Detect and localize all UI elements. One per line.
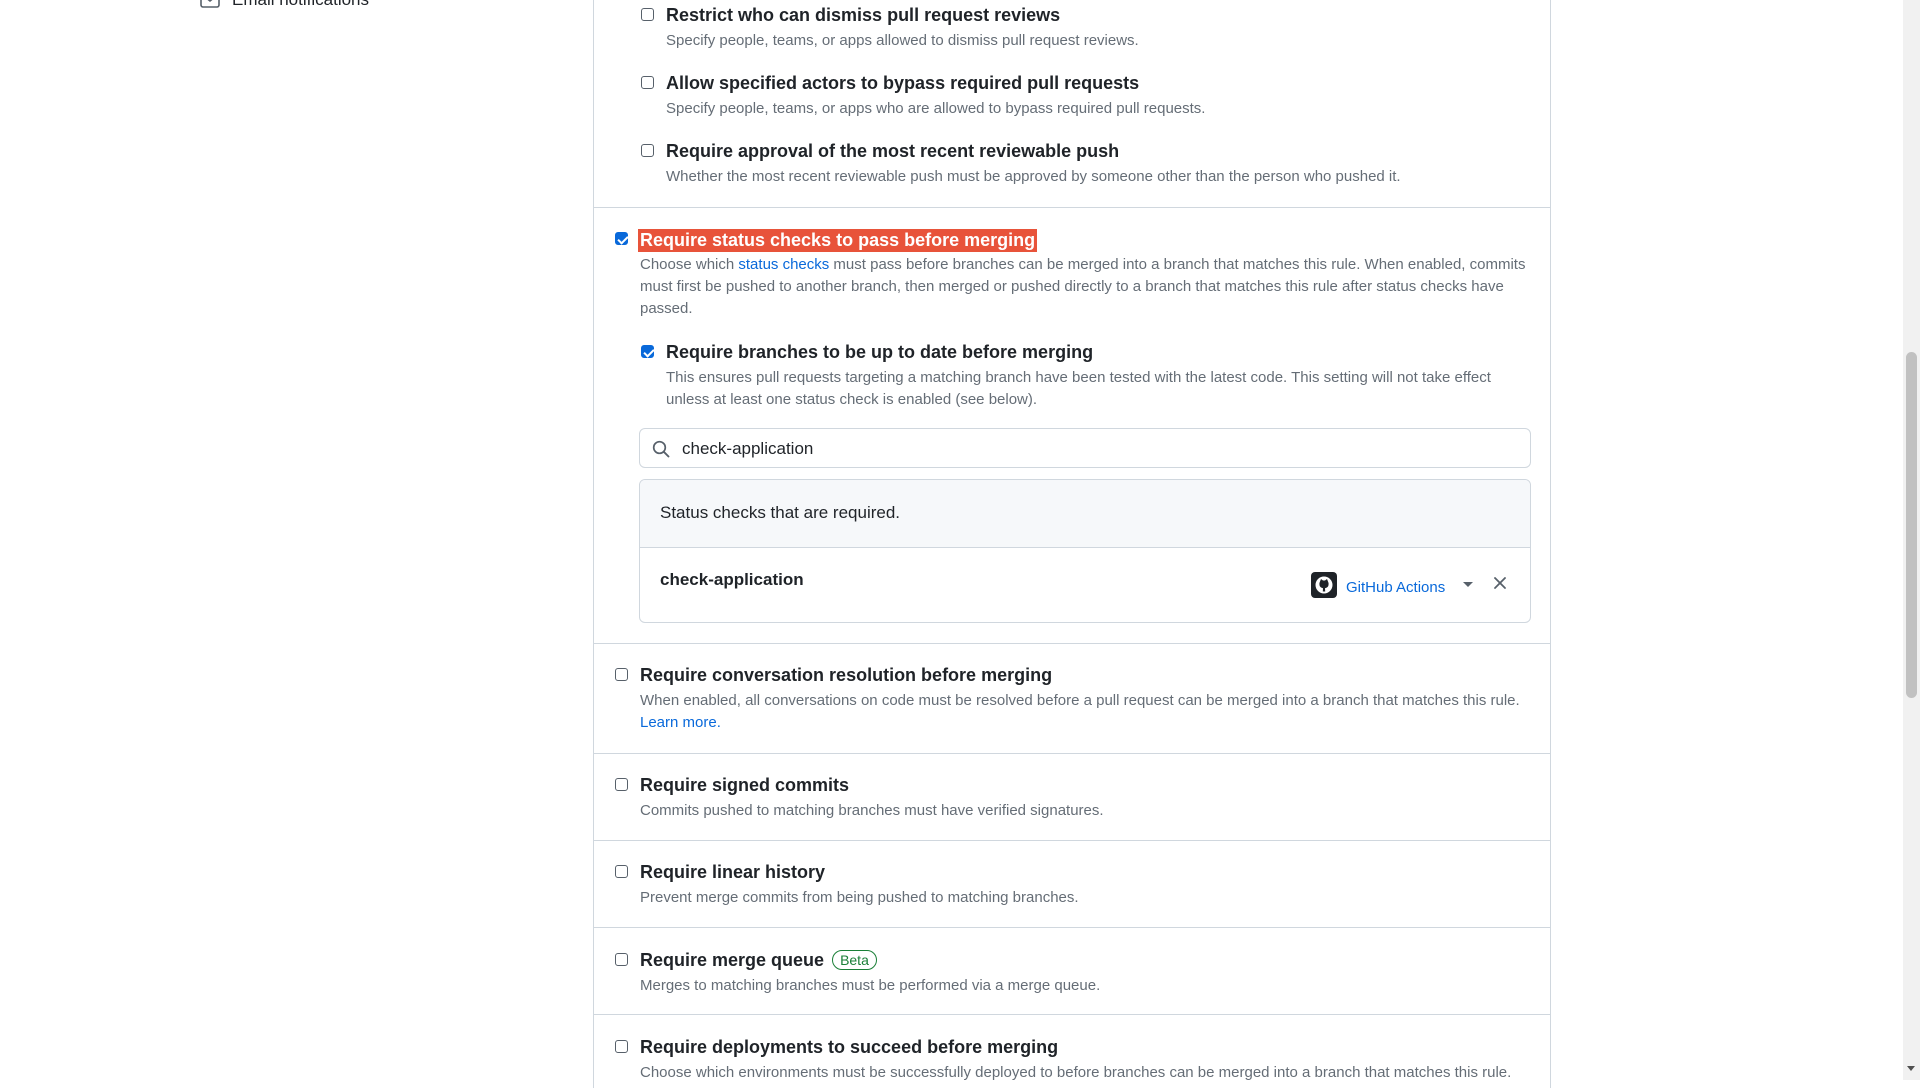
rule-title: Require linear history (640, 862, 826, 882)
scroll-down-arrow[interactable] (1907, 1066, 1915, 1071)
status-check-row: check-application GitHub Actions (640, 548, 1530, 622)
divider (594, 840, 1550, 841)
status-check-search-input[interactable] (680, 434, 1524, 464)
status-check-search[interactable] (639, 428, 1531, 468)
rule-description: Specify people, teams, or apps allowed t… (666, 32, 1139, 49)
page: Email notifications Restrict who can dis… (0, 0, 1920, 1088)
chevron-down-icon[interactable] (1463, 582, 1473, 587)
status-check-name: check-application (660, 570, 804, 589)
rule-title: Require conversation resolution before m… (640, 665, 1053, 685)
divider (594, 207, 1550, 208)
beta-badge: Beta (832, 950, 877, 970)
rule-title: Restrict who can dismiss pull request re… (666, 5, 1061, 25)
checkbox-deployments[interactable] (615, 1040, 628, 1053)
checkbox-restrict-dismiss[interactable] (641, 8, 654, 21)
scrollbar-thumb[interactable] (1906, 352, 1917, 698)
checkbox-merge-queue[interactable] (615, 953, 628, 966)
checkbox-up-to-date[interactable] (641, 345, 654, 358)
checkbox-linear-history[interactable] (615, 865, 628, 878)
search-icon (652, 440, 670, 463)
rule-title: Require merge queue Beta (640, 950, 877, 971)
divider (594, 753, 1550, 754)
remove-status-check-button[interactable] (1492, 575, 1508, 591)
close-icon (1494, 577, 1506, 589)
divider (594, 1014, 1550, 1015)
vertical-scrollbar[interactable] (1903, 0, 1920, 1080)
rule-title: Require status checks to pass before mer… (638, 229, 1038, 252)
rule-title: Require approval of the most recent revi… (666, 141, 1120, 161)
required-status-checks: Status checks that are required. check-a… (639, 479, 1531, 623)
learn-more-link[interactable]: Learn more. (640, 714, 721, 731)
checkbox-signed-commits[interactable] (615, 778, 628, 791)
checkbox-status-checks[interactable] (615, 232, 628, 245)
rule-description: When enabled, all conversations on code … (640, 692, 1520, 731)
rule-description: Commits pushed to matching branches must… (640, 802, 1104, 819)
status-check-app-link[interactable]: GitHub Actions (1346, 579, 1445, 596)
rule-title: Require deployments to succeed before me… (640, 1037, 1059, 1057)
sidebar-item-email-notifications[interactable]: Email notifications (200, 0, 369, 10)
checkbox-bypass-actors[interactable] (641, 76, 654, 89)
status-checks-link[interactable]: status checks (738, 256, 829, 273)
rule-description: Prevent merge commits from being pushed … (640, 889, 1079, 906)
checkbox-approval-recent-push[interactable] (641, 144, 654, 157)
rule-description: Choose which environments must be succes… (640, 1064, 1512, 1081)
rule-description: Whether the most recent reviewable push … (666, 168, 1401, 185)
rule-title: Require branches to be up to date before… (666, 342, 1094, 362)
checkbox-conversation-resolution[interactable] (615, 668, 628, 681)
divider (594, 643, 1550, 644)
rule-description: Choose which status checks must pass bef… (640, 256, 1526, 317)
rule-description: Specify people, teams, or apps who are a… (666, 100, 1206, 117)
github-logo-icon (1311, 572, 1337, 603)
rule-description: This ensures pull requests targeting a m… (666, 369, 1491, 408)
required-status-checks-header: Status checks that are required. (640, 480, 1530, 548)
divider (594, 927, 1550, 928)
rule-title: Allow specified actors to bypass require… (666, 73, 1140, 93)
rule-title: Require signed commits (640, 775, 850, 795)
sidebar-item-label: Email notifications (232, 0, 369, 10)
rule-description: Merges to matching branches must be perf… (640, 977, 1101, 994)
status-check-app[interactable]: GitHub Actions (1311, 572, 1445, 603)
mail-icon (200, 0, 220, 8)
